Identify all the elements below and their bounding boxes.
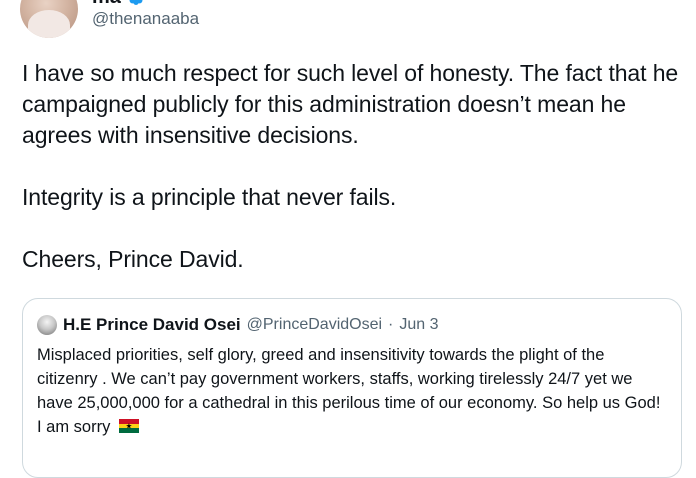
- verified-badge-icon: [127, 0, 145, 6]
- tweet: ma @thenanaaba I have so much respect fo…: [0, 0, 696, 478]
- quoted-author-avatar[interactable]: [37, 315, 57, 335]
- author-avatar[interactable]: [20, 0, 78, 38]
- quoted-separator: ·: [388, 316, 394, 333]
- tweet-paragraph: I have so much respect for such level of…: [22, 60, 679, 148]
- author-handle[interactable]: @thenanaaba: [92, 9, 199, 29]
- quoted-author-display-name[interactable]: H.E Prince David Osei: [63, 315, 241, 335]
- author-name-row: ma: [92, 0, 145, 8]
- quoted-tweet-body: Misplaced priorities, self glory, greed …: [37, 343, 667, 439]
- quoted-tweet-header: H.E Prince David Osei @PrinceDavidOsei ·…: [37, 315, 439, 335]
- quoted-author-handle[interactable]: @PrinceDavidOsei: [247, 316, 382, 334]
- quoted-tweet-date[interactable]: Jun 3: [399, 316, 438, 334]
- tweet-paragraph: Integrity is a principle that never fail…: [22, 184, 397, 210]
- avatar-figure: [28, 10, 70, 38]
- author-display-name[interactable]: ma: [92, 0, 121, 9]
- tweet-paragraph: Cheers, Prince David.: [22, 246, 244, 272]
- quoted-tweet-card[interactable]: H.E Prince David Osei @PrinceDavidOsei ·…: [22, 298, 682, 478]
- ghana-flag-icon: [118, 419, 139, 433]
- tweet-text: I have so much respect for such level of…: [22, 58, 687, 275]
